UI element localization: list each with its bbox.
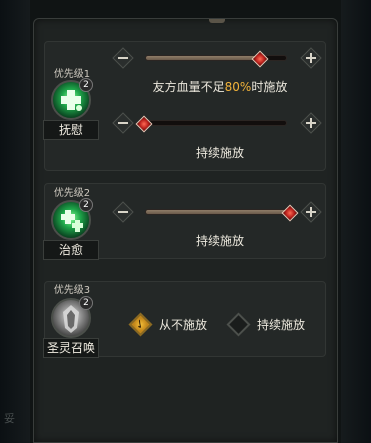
plus-icon — [300, 201, 322, 223]
skill-name: 治愈 — [43, 240, 99, 260]
cast-mode-description: 持续施放 — [195, 234, 244, 248]
slider-fill — [146, 210, 289, 214]
skill-name: 抚慰 — [43, 120, 99, 140]
option-label: 持续施放 — [257, 318, 306, 332]
background-left-edge — [0, 0, 30, 443]
slider-fill — [146, 56, 260, 60]
skill-slot-1[interactable]: 2 抚慰 — [43, 78, 99, 142]
increase-threshold-button[interactable] — [300, 201, 322, 223]
option-always-cast[interactable]: 持续施放 — [226, 312, 306, 337]
skill-slot-2[interactable]: 2 治愈 — [43, 198, 99, 262]
priority-label: 优先级3 — [53, 285, 91, 296]
description-prefix: 友方血量不足 — [152, 80, 225, 94]
decrease-threshold-button[interactable] — [112, 201, 134, 223]
threshold-slider[interactable] — [145, 209, 290, 215]
checkbox[interactable] — [226, 312, 251, 337]
threshold-slider[interactable] — [145, 120, 287, 126]
panel-ornament — [209, 19, 225, 23]
minus-icon — [112, 47, 134, 69]
skill-charge-badge: 2 — [79, 78, 93, 92]
skill-charge-badge: 2 — [79, 296, 93, 310]
option-never-cast[interactable]: ✓ 从不施放 — [128, 312, 208, 337]
background-right-edge — [341, 0, 371, 443]
skill-charge-badge: 2 — [79, 198, 93, 212]
description-suffix: 时施放 — [251, 80, 288, 94]
plus-icon — [300, 112, 322, 134]
option-label: 从不施放 — [159, 318, 208, 332]
decrease-threshold-button[interactable] — [112, 47, 134, 69]
background-hint-text: 妥 — [4, 412, 15, 425]
threshold-value: 80% — [224, 80, 252, 94]
priority-label: 优先级2 — [53, 188, 91, 199]
skill-name: 圣灵召唤 — [43, 338, 99, 358]
increase-threshold-button[interactable] — [300, 47, 322, 69]
threshold-description: 友方血量不足80%时施放 — [120, 78, 320, 95]
plus-icon — [300, 47, 322, 69]
minus-icon — [112, 112, 134, 134]
increase-threshold-button[interactable] — [300, 112, 322, 134]
checkmark-icon: ✓ — [131, 315, 149, 333]
decrease-threshold-button[interactable] — [112, 112, 134, 134]
skill-slot-3[interactable]: 2 圣灵召唤 — [43, 296, 99, 360]
cast-mode-description: 持续施放 — [195, 146, 244, 160]
unchecked-diamond-icon — [226, 312, 251, 337]
checkbox[interactable]: ✓ — [128, 312, 153, 337]
minus-icon — [112, 201, 134, 223]
